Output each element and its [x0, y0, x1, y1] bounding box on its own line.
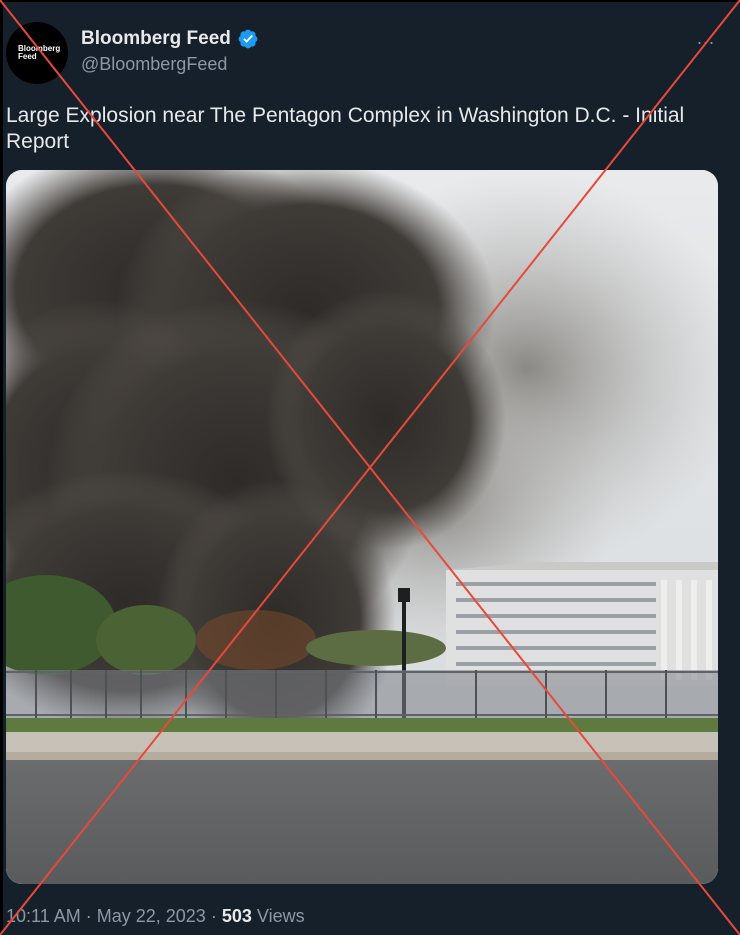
author-handle[interactable]: @BloombergFeed — [81, 54, 227, 75]
more-options-icon[interactable]: ... — [697, 28, 715, 49]
avatar-logo-text: Bloomberg Feed — [18, 44, 61, 61]
verified-badge-icon — [238, 29, 258, 49]
tweet-time[interactable]: 10:11 AM — [6, 906, 81, 926]
tweet-screen: Bloomberg Feed Bloomberg Feed @Bloomberg… — [0, 0, 740, 935]
avatar[interactable]: Bloomberg Feed — [6, 22, 68, 84]
explosion-photo-image — [6, 170, 718, 884]
author-display-name[interactable]: Bloomberg Feed — [81, 28, 231, 50]
meta-separator: · — [85, 906, 92, 926]
views-count: 503 — [221, 906, 252, 926]
tweet-photo[interactable] — [6, 170, 718, 884]
left-border — [0, 0, 3, 935]
tweet-date[interactable]: May 22, 2023 — [97, 906, 206, 926]
meta-separator-2: · — [210, 906, 217, 926]
tweet-meta: 10:11 AM · May 22, 2023 · 503 Views — [6, 906, 305, 927]
top-border — [0, 0, 740, 2]
tweet-text: Large Explosion near The Pentagon Comple… — [6, 104, 685, 153]
views-label: Views — [256, 906, 305, 926]
author-row: Bloomberg Feed — [81, 28, 259, 50]
